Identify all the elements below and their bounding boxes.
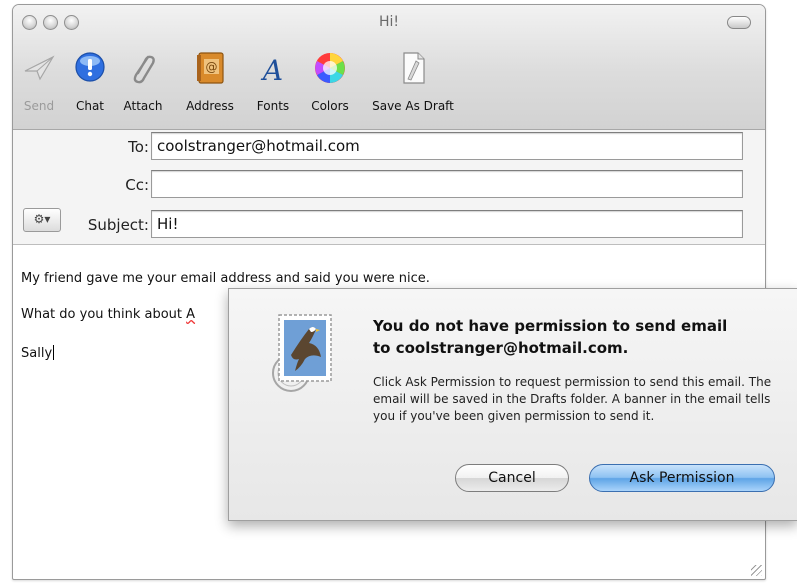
chat-button[interactable]: Chat xyxy=(69,51,111,115)
cc-label: Cc: xyxy=(125,176,149,194)
message-line-3: Sally xyxy=(21,345,55,361)
save-draft-icon xyxy=(403,52,425,84)
misspelled-word: A xyxy=(186,307,196,322)
gear-icon: ⚙▾ xyxy=(33,212,51,226)
colors-label: Colors xyxy=(311,99,349,113)
alert-title-line-1: You do not have permission to send email xyxy=(373,317,728,335)
window-title: Hi! xyxy=(378,14,400,30)
color-wheel-icon xyxy=(315,53,345,83)
address-book-icon: @ xyxy=(197,52,224,84)
to-label: To: xyxy=(128,138,149,156)
mail-stamp-eagle-icon xyxy=(272,314,332,392)
title-toolbar-area: Hi! Send Chat Attach @ Address A Fonts C… xyxy=(13,5,765,130)
action-menu-button[interactable]: ⚙▾ xyxy=(23,208,61,232)
address-button[interactable]: @ Address xyxy=(179,51,241,115)
signature-text: Sally xyxy=(21,346,53,361)
alert-title: You do not have permission to send email… xyxy=(373,315,783,359)
cancel-button[interactable]: Cancel xyxy=(455,464,569,492)
attach-button[interactable]: Attach xyxy=(119,51,167,115)
svg-text:A: A xyxy=(260,54,283,85)
send-button[interactable]: Send xyxy=(19,51,59,115)
address-label: Address xyxy=(186,99,234,113)
text-cursor xyxy=(53,345,55,360)
permission-alert-sheet: You do not have permission to send email… xyxy=(228,288,797,521)
colors-button[interactable]: Colors xyxy=(307,51,353,115)
paperclip-icon xyxy=(133,55,155,84)
message-line-1: My friend gave me your email address and… xyxy=(21,271,430,286)
to-field[interactable]: coolstranger@hotmail.com xyxy=(151,132,743,160)
subject-field[interactable]: Hi! xyxy=(151,210,743,238)
resize-grip[interactable] xyxy=(751,565,762,576)
fonts-button[interactable]: A Fonts xyxy=(253,51,293,115)
chat-icon xyxy=(75,52,105,82)
alert-message: Click Ask Permission to request permissi… xyxy=(373,375,772,423)
message-line-2-text: What do you think about xyxy=(21,307,187,322)
alert-title-line-2: to coolstranger@hotmail.com. xyxy=(373,339,629,357)
fonts-icon: A xyxy=(260,54,283,85)
subject-label: Subject: xyxy=(87,216,149,234)
save-as-draft-button[interactable]: Save As Draft xyxy=(365,51,461,115)
save-as-draft-label: Save As Draft xyxy=(372,99,454,113)
ask-permission-button[interactable]: Ask Permission xyxy=(589,464,775,492)
attach-label: Attach xyxy=(123,99,163,113)
message-header: To: coolstranger@hotmail.com Cc: Subject… xyxy=(13,130,765,245)
toolbar-toggle-button[interactable] xyxy=(727,16,751,29)
fonts-label: Fonts xyxy=(256,99,290,113)
svg-text:@: @ xyxy=(206,60,218,74)
message-line-2: What do you think about A xyxy=(21,307,195,322)
send-icon xyxy=(24,55,55,81)
cc-field[interactable] xyxy=(151,170,743,198)
